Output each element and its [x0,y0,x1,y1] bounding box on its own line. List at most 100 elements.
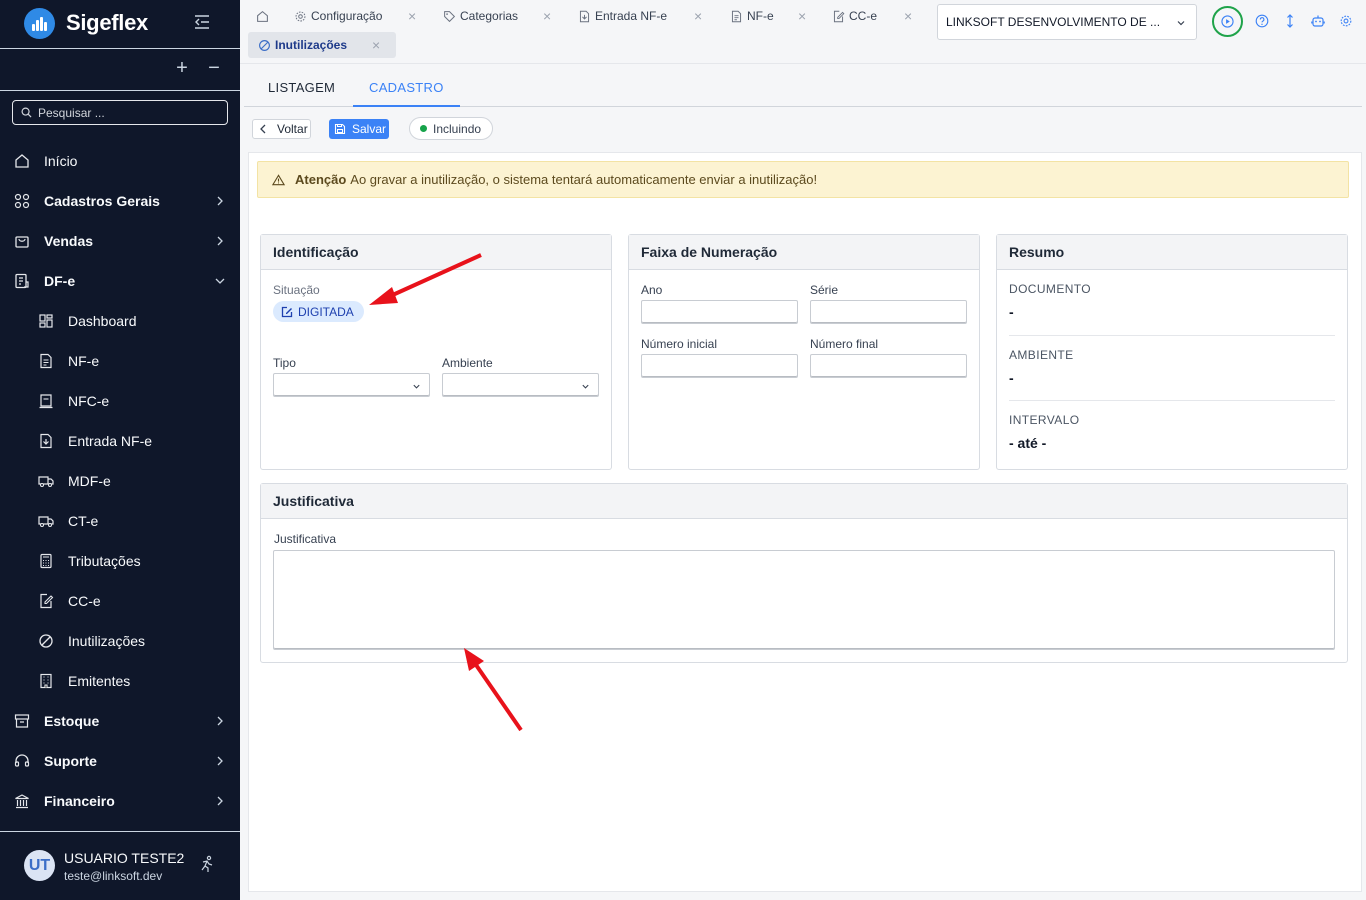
tab-cce[interactable]: CC-e × [832,3,912,29]
sidebar-item-dfe[interactable]: DF-e [0,261,240,301]
situacao-label: Situação [273,283,320,297]
back-button-label: Voltar [277,122,308,136]
home-icon [15,154,29,168]
robot-icon[interactable] [1311,14,1325,28]
intervalo-value: - até - [1009,435,1047,451]
brand[interactable]: Sigeflex [24,7,148,39]
numero-inicial-input[interactable] [641,354,798,378]
sidebar-item-dashboard[interactable]: Dashboard [0,301,240,341]
ambiente-summary-label: AMBIENTE [1009,348,1074,362]
resize-vertical-icon[interactable] [1283,14,1297,28]
serie-input[interactable] [810,300,967,324]
sidebar-item-nfce[interactable]: NFC-e [0,381,240,421]
help-icon[interactable] [1255,14,1269,28]
sidebar-item-label: Estoque [44,713,100,729]
gear-icon[interactable] [1339,14,1353,28]
sidebar-item-label: Financeiro [44,793,115,809]
tab-inutilizacoes[interactable]: Inutilizações × [248,32,396,58]
sidebar-item-label: Vendas [44,233,94,249]
tab-label: Configuração [311,9,383,23]
tab-label: Entrada NF-e [595,9,668,23]
sidebar-item-financeiro[interactable]: Financeiro [0,781,240,821]
numero-final-input[interactable] [810,354,967,378]
sidebar-item-entrada[interactable]: Entrada NF-e [0,421,240,461]
situacao-badge: DIGITADA [273,301,364,322]
sidebar-item-vendas[interactable]: Vendas [0,221,240,261]
divider [0,48,240,49]
chevron-right-icon [217,796,223,806]
file-edit-icon [833,10,845,22]
expand-all-button[interactable]: + [174,58,190,78]
ambiente-select[interactable] [442,373,599,397]
sidebar-item-cadastros[interactable]: Cadastros Gerais [0,181,240,221]
file-import-icon [40,433,52,449]
close-icon[interactable]: × [798,8,806,24]
close-icon[interactable]: × [694,8,702,24]
justificativa-card: Justificativa Justificativa [260,483,1348,663]
collapse-all-button[interactable]: − [206,58,222,78]
avatar[interactable]: UT [24,850,55,881]
tipo-select[interactable] [273,373,430,397]
close-icon[interactable]: × [904,8,912,24]
chevron-down-icon [413,384,420,389]
archive-icon [14,714,30,728]
sidebar-item-cce[interactable]: CC-e [0,581,240,621]
tab-categorias[interactable]: Categorias × [443,3,551,29]
sidebar-item-label: NFC-e [68,393,110,409]
sidebar-item-nfe[interactable]: NF-e [0,341,240,381]
justificativa-label: Justificativa [274,532,337,546]
numero-final-label: Número final [810,337,879,351]
sidebar-item-estoque[interactable]: Estoque [0,701,240,741]
tab-cadastro[interactable]: CADASTRO [353,72,460,107]
user-name: USUARIO TESTE2 [64,850,185,866]
sidebar-item-label: NF-e [68,353,100,369]
sidebar: Sigeflex + − Início Cadastros Gerais Ven… [0,0,240,900]
floppy-icon [334,123,346,135]
close-icon[interactable]: × [543,8,551,24]
sidebar-item-cte[interactable]: CT-e [0,501,240,541]
tab-entrada-nfe[interactable]: Entrada NF-e × [578,3,702,29]
close-icon[interactable]: × [372,37,380,53]
sidebar-item-suporte[interactable]: Suporte [0,741,240,781]
receipt-icon [39,394,53,409]
play-button[interactable] [1212,6,1243,37]
sidebar-item-inicio[interactable]: Início [0,141,240,181]
divider [1009,335,1335,336]
tab-listagem[interactable]: LISTAGEM [252,72,351,107]
search-icon [21,107,32,118]
file-edit-icon [40,593,54,609]
situacao-value: DIGITADA [298,304,354,319]
justificativa-textarea[interactable] [273,550,1335,650]
ano-input[interactable] [641,300,798,324]
back-button[interactable]: Voltar [252,119,311,139]
tab-home[interactable] [256,3,273,29]
document-list-icon [15,273,29,289]
file-import-icon [579,10,590,22]
calculator-icon [40,553,52,569]
search-input[interactable] [38,105,218,120]
sidebar-search[interactable] [12,100,228,125]
sidebar-item-label: Início [44,153,78,169]
ban-icon [39,634,53,648]
logout-run-icon[interactable] [198,855,216,873]
sidebar-item-emitentes[interactable]: Emitentes [0,661,240,701]
save-button[interactable]: Salvar [329,119,389,139]
tab-nfe[interactable]: NF-e × [730,3,806,29]
sidebar-item-tributacoes[interactable]: Tributações [0,541,240,581]
sidebar-item-label: Suporte [44,753,97,769]
divider [1009,400,1335,401]
card-title: Identificação [261,235,611,270]
tab-configuracao[interactable]: Configuração × [294,3,416,29]
divider [0,831,240,832]
sidebar-item-label: Tributações [68,553,141,569]
sidebar-item-inutilizacoes[interactable]: Inutilizações [0,621,240,661]
company-select[interactable]: LINKSOFT DESENVOLVIMENTO DE ... [937,4,1197,40]
sidebar-collapse-icon[interactable] [193,14,211,30]
sidebar-item-mdfe[interactable]: MDF-e [0,461,240,501]
chevron-right-icon [217,236,223,246]
status-label: Incluindo [433,121,482,136]
close-icon[interactable]: × [408,8,416,24]
company-select-value: LINKSOFT DESENVOLVIMENTO DE ... [946,15,1161,29]
serie-label: Série [810,283,839,297]
sidebar-item-label: Entrada NF-e [68,433,153,449]
